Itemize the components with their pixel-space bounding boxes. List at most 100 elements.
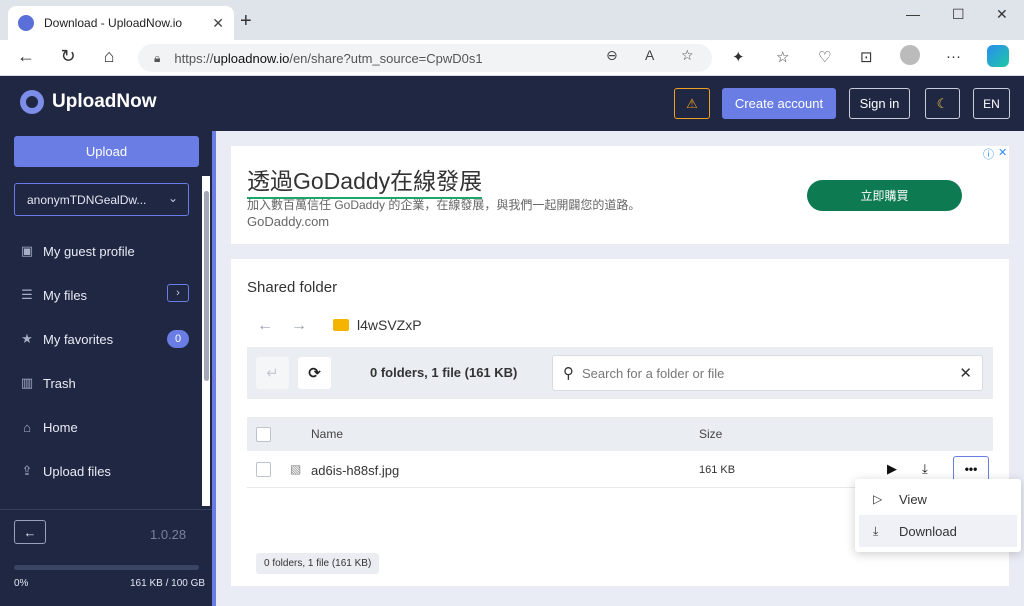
back-arrow-icon[interactable]: ←	[14, 46, 38, 67]
arrow-left-icon: ←	[23, 524, 37, 540]
ad-headline[interactable]: 透過GoDaddy在線發展	[247, 162, 483, 199]
browser-tab-bar: Download - UploadNow.io ✕ + — ☐ ✕	[0, 0, 1024, 40]
sidebar-item-label: Home	[43, 419, 78, 435]
warning-button[interactable]: ⚠	[674, 88, 710, 119]
select-all-checkbox[interactable]	[256, 427, 271, 442]
read-aloud-icon[interactable]: A	[645, 47, 654, 63]
parent-folder-button[interactable]: ↵	[256, 357, 289, 389]
browser-essentials-icon[interactable]: ♡	[818, 48, 831, 66]
column-size-header[interactable]: Size	[699, 427, 722, 441]
home-icon[interactable]: ⌂	[97, 46, 121, 67]
sidebar-scroll-thumb[interactable]	[204, 191, 209, 381]
breadcrumb-folder-name[interactable]: l4wSVZxP	[357, 317, 422, 333]
folder-icon	[333, 319, 349, 331]
moon-icon: ☾	[936, 95, 949, 111]
profile-avatar[interactable]	[900, 45, 920, 65]
reload-icon[interactable]: ↻	[56, 46, 80, 67]
clear-search-icon[interactable]: ✕	[959, 364, 972, 382]
sidebar-item-upload-files[interactable]: ⇪ Upload files	[18, 459, 111, 483]
copilot-icon[interactable]	[987, 45, 1009, 67]
create-account-button[interactable]: Create account	[722, 88, 836, 119]
upload-button[interactable]: Upload	[14, 136, 199, 167]
language-button[interactable]: EN	[973, 88, 1010, 119]
address-bar: ← ↻ ⌂ 🔒︎ https://uploadnow.io/en/share?u…	[0, 40, 1024, 76]
sidebar-item-trash[interactable]: ▥ Trash	[18, 371, 76, 395]
refresh-button[interactable]: ⟳	[298, 357, 331, 389]
warning-icon: ⚠	[686, 95, 698, 111]
app-header: UploadNow ⚠ Create account Sign in ☾ EN	[0, 76, 1024, 131]
window-close-icon[interactable]: ✕	[996, 6, 1008, 23]
uploadnow-logo-icon	[20, 90, 44, 114]
browser-tab[interactable]: Download - UploadNow.io ✕	[8, 6, 234, 40]
favorites-count-badge: 0	[167, 330, 189, 348]
play-icon[interactable]: ▶	[887, 461, 897, 477]
ellipsis-icon: •••	[964, 462, 978, 476]
star-icon: ★	[21, 331, 33, 346]
menu-item-download[interactable]: ⤓ Download	[859, 515, 1017, 547]
chevron-down-icon: ⌄	[167, 191, 178, 205]
folder-summary: 0 folders, 1 file (161 KB)	[370, 365, 518, 380]
sidebar-item-label: Upload files	[43, 463, 111, 479]
app-version: 1.0.28	[150, 527, 187, 542]
search-icon: ⚲	[563, 365, 574, 382]
url-text: https://uploadnow.io/en/share?utm_source…	[174, 50, 483, 66]
account-select[interactable]: anonymTDNGealDw... ⌄	[14, 183, 189, 216]
divider	[0, 509, 212, 510]
advertisement[interactable]: 透過GoDaddy在線發展 加入數百萬信任 GoDaddy 的企業，在線發展，與…	[231, 146, 1009, 244]
sidebar: Upload anonymTDNGealDw... ⌄ ▣ My guest p…	[0, 131, 212, 606]
minimize-icon[interactable]: —	[906, 6, 920, 22]
image-file-icon: ▧	[290, 462, 302, 476]
search-placeholder: Search for a folder or file	[582, 365, 725, 381]
file-name[interactable]: ad6is-h88sf.jpg	[311, 463, 399, 478]
upload-icon: ⇪	[21, 463, 33, 478]
lock-icon: 🔒︎	[154, 50, 161, 65]
favorite-star-icon[interactable]: ☆	[681, 47, 694, 64]
screenshot-icon[interactable]: ⊡	[860, 48, 873, 66]
footer-summary: 0 folders, 1 file (161 KB)	[256, 553, 380, 574]
file-size: 161 KB	[699, 464, 736, 476]
column-name-header[interactable]: Name	[311, 427, 343, 441]
user-icon: ▣	[20, 243, 34, 258]
sidebar-item-favorites[interactable]: ★ My favorites	[18, 327, 113, 351]
storage-percent: 0%	[14, 578, 29, 589]
collapse-sidebar-button[interactable]: ←	[14, 520, 46, 544]
logo[interactable]: UploadNow	[20, 90, 157, 114]
table-header: Name Size	[247, 417, 993, 451]
ad-body: 加入數百萬信任 GoDaddy 的企業，在線發展，與我們一起開闢您的道路。	[247, 198, 641, 212]
uploadnow-favicon-icon	[18, 15, 34, 31]
new-tab-button[interactable]: +	[240, 10, 252, 33]
zoom-icon[interactable]: ⊖	[606, 47, 618, 64]
url-field[interactable]: 🔒︎ https://uploadnow.io/en/share?utm_sou…	[138, 44, 712, 72]
tab-close-icon[interactable]: ✕	[212, 15, 224, 32]
download-tray-icon: ⤓	[873, 523, 879, 538]
trash-icon: ▥	[20, 375, 34, 390]
nav-back-icon[interactable]: ←	[257, 317, 273, 335]
file-context-menu: ▷ View ⤓ Download	[855, 479, 1021, 552]
ad-buy-button[interactable]: 立即購買	[807, 180, 962, 211]
sidebar-item-guest-profile[interactable]: ▣ My guest profile	[18, 239, 135, 263]
refresh-icon: ⟳	[308, 365, 321, 382]
sidebar-item-label: My favorites	[43, 331, 114, 347]
ad-close-icon[interactable]: ✕	[998, 146, 1007, 159]
menu-item-view[interactable]: ▷ View	[859, 483, 1017, 515]
sidebar-item-home[interactable]: ⌂ Home	[18, 415, 78, 439]
row-checkbox[interactable]	[256, 462, 271, 477]
download-icon[interactable]: ⤓	[922, 461, 928, 477]
sign-in-button[interactable]: Sign in	[849, 88, 910, 119]
ad-info-icon[interactable]: ⓘ	[983, 146, 994, 162]
brand-name: UploadNow	[52, 91, 157, 112]
more-menu-icon[interactable]: ···	[946, 48, 961, 65]
favorites-bar-icon[interactable]: ☆	[776, 48, 789, 66]
expand-files-button[interactable]: ›	[167, 284, 189, 302]
sidebar-item-label: Trash	[43, 375, 76, 391]
ad-domain[interactable]: GoDaddy.com	[247, 214, 329, 229]
maximize-icon[interactable]: ☐	[952, 6, 965, 23]
account-name: anonymTDNGealDw...	[27, 192, 147, 207]
sidebar-item-my-files[interactable]: ☰ My files	[18, 283, 87, 307]
page-title: Shared folder	[247, 279, 338, 296]
theme-toggle-button[interactable]: ☾	[925, 88, 960, 119]
search-input[interactable]: ⚲ Search for a folder or file ✕	[552, 355, 983, 391]
nav-forward-icon[interactable]: →	[291, 317, 307, 335]
extensions-icon[interactable]: ✦	[732, 48, 745, 66]
sidebar-edge	[212, 131, 216, 606]
